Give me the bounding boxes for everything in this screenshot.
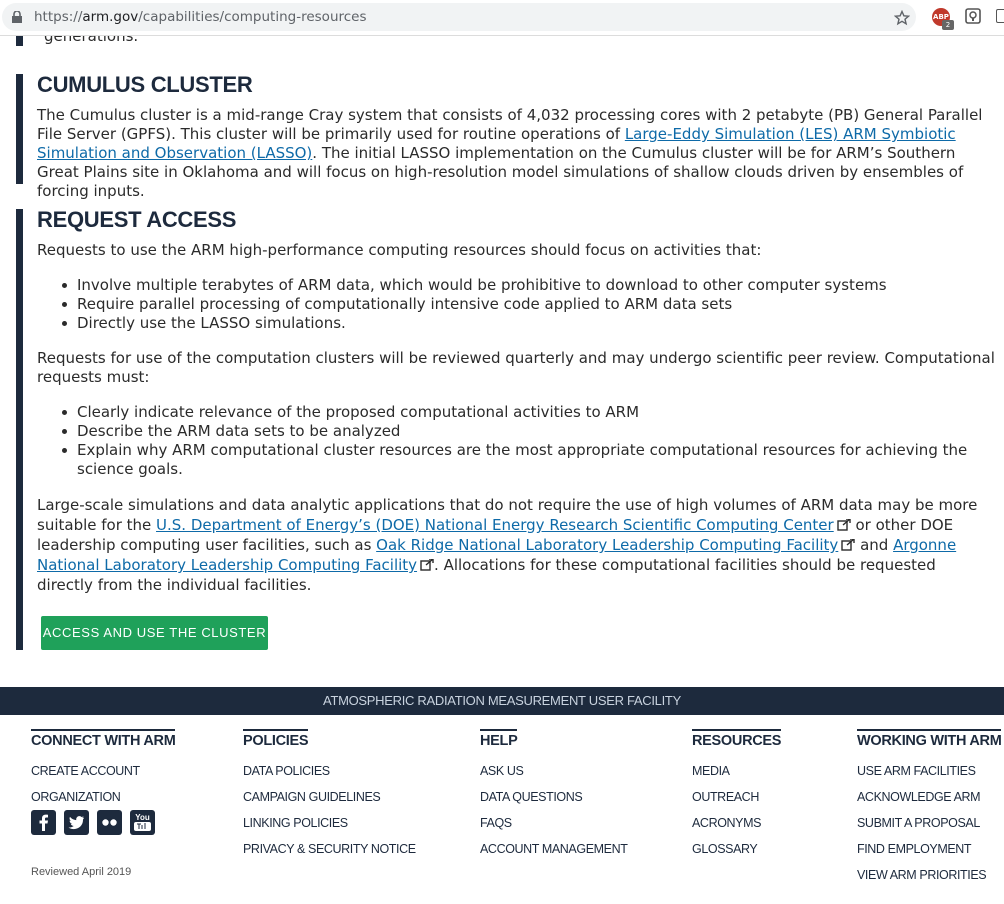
- list-item: Involve multiple terabytes of ARM data, …: [37, 276, 996, 295]
- extension-icon-2[interactable]: [996, 9, 1004, 23]
- footer-link-acronyms[interactable]: ACRONYMS: [692, 810, 781, 836]
- url-text[interactable]: https://arm.gov/capabilities/computing-r…: [34, 9, 367, 25]
- footer-link-create-account[interactable]: CREATE ACCOUNT: [31, 758, 175, 784]
- request-access-heading: REQUEST ACCESS: [37, 207, 237, 232]
- footer-col-policies: POLICIES DATA POLICIES CAMPAIGN GUIDELIN…: [243, 729, 416, 862]
- footer-col-connect: CONNECT WITH ARM CREATE ACCOUNT ORGANIZA…: [31, 729, 176, 810]
- footer-link-view-priorities[interactable]: VIEW ARM PRIORITIES: [857, 862, 1001, 888]
- footer-col-working: WORKING WITH ARM USE ARM FACILITIES ACKN…: [857, 729, 1002, 888]
- footer-link-account-management[interactable]: ACCOUNT MANAGEMENT: [480, 836, 628, 862]
- twitter-icon[interactable]: [64, 810, 90, 835]
- access-cluster-button[interactable]: ACCESS AND USE THE CLUSTER: [41, 616, 268, 650]
- footer-link-submit-proposal[interactable]: SUBMIT A PROPOSAL: [857, 810, 1001, 836]
- footer-col-resources: RESOURCES MEDIA OUTREACH ACRONYMS GLOSSA…: [692, 729, 781, 862]
- closing-paragraph: Large-scale simulations and data analyti…: [37, 496, 978, 594]
- address-bar[interactable]: https://arm.gov/capabilities/computing-r…: [2, 3, 916, 31]
- footer-link-campaign-guidelines[interactable]: CAMPAIGN GUIDELINES: [243, 784, 416, 810]
- external-link-icon: [420, 559, 434, 571]
- previous-section-text: generations.: [44, 36, 139, 45]
- browser-toolbar: https://arm.gov/capabilities/computing-r…: [0, 0, 1004, 36]
- ornl-link[interactable]: Oak Ridge National Laboratory Leadership…: [376, 536, 838, 554]
- cumulus-paragraph: The Cumulus cluster is a mid-range Cray …: [37, 106, 983, 200]
- bookmark-star-icon[interactable]: [894, 10, 910, 26]
- requirements-list: Clearly indicate relevance of the propos…: [37, 403, 996, 479]
- footer-link-acknowledge[interactable]: ACKNOWLEDGE ARM: [857, 784, 1001, 810]
- footer-link-data-questions[interactable]: DATA QUESTIONS: [480, 784, 627, 810]
- reviewed-date: Reviewed April 2019: [31, 866, 132, 878]
- review-paragraph: Requests for use of the computation clus…: [37, 349, 995, 386]
- footer-link-use-facilities[interactable]: USE ARM FACILITIES: [857, 758, 1001, 784]
- footer-link-outreach[interactable]: OUTREACH: [692, 784, 781, 810]
- external-link-icon: [837, 519, 851, 531]
- cumulus-cluster-section: CUMULUS CLUSTER The Cumulus cluster is a…: [16, 72, 996, 200]
- footer-link-ask-us[interactable]: ASK US: [480, 758, 627, 784]
- request-intro: Requests to use the ARM high-performance…: [37, 241, 762, 259]
- list-item: Describe the ARM data sets to be analyze…: [37, 422, 996, 441]
- footer-link-find-employment[interactable]: FIND EMPLOYMENT: [857, 836, 1001, 862]
- social-links: You: [31, 810, 158, 839]
- list-item: Clearly indicate relevance of the propos…: [37, 403, 996, 422]
- footer-heading: WORKING WITH ARM: [857, 729, 1002, 749]
- activities-list: Involve multiple terabytes of ARM data, …: [37, 276, 996, 333]
- main-content: generations. CUMULUS CLUSTER The Cumulus…: [0, 36, 1004, 687]
- footer-heading: RESOURCES: [692, 729, 781, 749]
- adblock-badge: 2: [942, 20, 954, 30]
- footer-link-linking-policies[interactable]: LINKING POLICIES: [243, 810, 416, 836]
- external-link-icon: [841, 539, 855, 551]
- youtube-icon-text: You: [136, 813, 151, 822]
- footer-banner: ATMOSPHERIC RADIATION MEASUREMENT USER F…: [0, 687, 1004, 715]
- lock-icon: [12, 11, 22, 23]
- footer-link-media[interactable]: MEDIA: [692, 758, 781, 784]
- nersc-link[interactable]: U.S. Department of Energy’s (DOE) Nation…: [156, 516, 834, 534]
- footer-link-organization[interactable]: ORGANIZATION: [31, 784, 175, 810]
- request-access-section: REQUEST ACCESS Requests to use the ARM h…: [16, 207, 996, 650]
- list-item: Require parallel processing of computati…: [37, 295, 996, 314]
- cumulus-heading: CUMULUS CLUSTER: [37, 72, 253, 97]
- footer-heading: HELP: [480, 729, 518, 749]
- youtube-icon[interactable]: You: [130, 810, 156, 835]
- extension-icon[interactable]: [965, 8, 981, 24]
- footer-link-privacy[interactable]: PRIVACY & SECURITY NOTICE: [243, 836, 416, 862]
- footer-col-help: HELP ASK US DATA QUESTIONS FAQS ACCOUNT …: [480, 729, 628, 862]
- facebook-icon[interactable]: [31, 810, 56, 835]
- site-footer: CONNECT WITH ARM CREATE ACCOUNT ORGANIZA…: [0, 715, 1004, 904]
- footer-link-glossary[interactable]: GLOSSARY: [692, 836, 781, 862]
- footer-heading: CONNECT WITH ARM: [31, 729, 176, 749]
- list-item: Directly use the LASSO simulations.: [37, 314, 996, 333]
- list-item: Explain why ARM computational cluster re…: [37, 441, 996, 479]
- flickr-icon[interactable]: [97, 810, 123, 835]
- footer-link-data-policies[interactable]: DATA POLICIES: [243, 758, 416, 784]
- footer-heading: POLICIES: [243, 729, 309, 749]
- footer-link-faqs[interactable]: FAQS: [480, 810, 627, 836]
- previous-section: generations.: [16, 36, 138, 46]
